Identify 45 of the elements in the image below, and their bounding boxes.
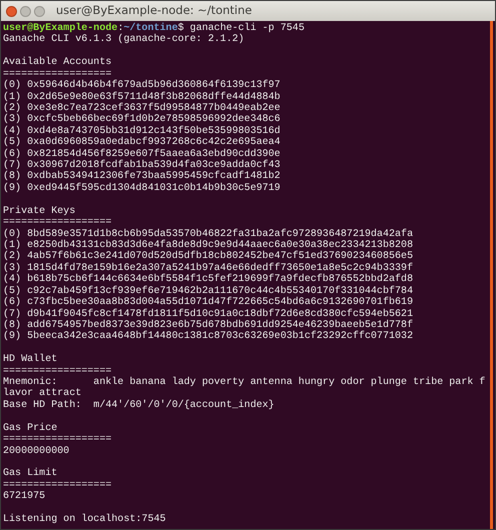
output-line: Mnemonic: ankle banana lady poverty antenna hungry odor plunge tribe park flavor attract (3, 377, 486, 400)
output-line: (0) 0x59646d4b46b4f679ad5b96d360864f6139c13f97 (3, 80, 282, 92)
section-heading: Gas Price (3, 422, 58, 434)
section-heading: HD Wallet (3, 354, 58, 366)
output-line: 20000000000 (3, 446, 70, 457)
prompt-path: ~/tontine (124, 23, 178, 34)
output-line: (0) 8bd589e3571d1b8cb6b95da53570b46822fa31ba2afc9728936487219da42afa (3, 228, 414, 240)
scrollbar-indicator[interactable] (490, 21, 493, 529)
output-line: (3) 1815d4fd78e159b16e2a307a5241b97a46e66dedff73650e1a8e5c2c94b3339f (3, 262, 414, 274)
output-line: (4) 0xd4e8a743705bb31d912c143f50be53599803516d (3, 126, 282, 137)
close-button[interactable] (6, 6, 17, 16)
version-line: Ganache CLI v6.1.3 (ganache-core: 2.1.2) (3, 34, 246, 46)
section-heading: Gas Limit (3, 468, 58, 480)
output-line: (7) 0x30967d2018fcdfab1ba539d4fa03ce9adda0cf43 (3, 160, 282, 172)
output-line: (2) 0xe3e8c7ea723cef3637f5d99584877b0449eab2ee (3, 102, 282, 114)
minimize-button[interactable] (20, 6, 31, 16)
output-line: (6) c73fbc5bee30aa8b83d004a55d1071d47f722665c54bd6a6c9132690701fb619 (3, 297, 414, 308)
output-line: (6) 0x821854d456f8259e607f5aaea6a3ebd90cdd390e (3, 148, 282, 160)
heading-underline: ================== (3, 366, 112, 377)
output-line: (3) 0xcfc5beb66bec69f1d0b2e78598596992dee348c6 (3, 114, 282, 126)
output-line: (9) 0xed9445f595cd1304d841031c0b14b9b30c5e9719 (3, 182, 282, 194)
output-line: (1) e8250db43131cb83d3d6e4fa8de8d9c9e9d44aaec6a0e30a38ec2334213b8208 (3, 240, 414, 251)
heading-underline: ================== (3, 68, 112, 80)
command-text: $ ganache-cli -p 7545 (178, 23, 304, 34)
output-line: 6721975 (3, 491, 46, 503)
output-line: (8) add6754957bed8373e39d823e6b75d678bdb691dd9254e46239baeeb5e1d778f (3, 320, 414, 331)
prompt-user-host: user@ByExample-node (3, 23, 118, 34)
output-line: (7) d9b41f9045fc8cf1478fd1811f5d10c91a0c18dbf72d6e8cd380cfc594eb5621 (3, 308, 414, 320)
output-line: Base HD Path: m/44'/60'/0'/0/{account_index} (3, 400, 276, 412)
output-line: (1) 0x2d65e9e80e63f5711d48f3b82068dffe44d4884b (3, 92, 282, 103)
output-line: (5) c92c7ab459f13cf939ef6e719462b2a111670c44c4b55340170f331044cbf784 (3, 286, 414, 297)
heading-underline: ================== (3, 434, 113, 446)
output-line: (5) 0xa0d6960859a0edabcf9937268c6c42c2e695aea4 (3, 137, 282, 148)
output-line: (8) 0xdbab5349412306fe73baa5995459cfcadf1481b2 (3, 171, 282, 182)
section-heading: Available Accounts (3, 57, 113, 69)
maximize-button[interactable] (34, 6, 45, 16)
section-heading: Private Keys (3, 206, 76, 218)
output-line: (9) 5beeca342e3caa4648bf14480c1381c8703c63269e03b1cf23292cffc0771032 (3, 331, 414, 343)
heading-underline: ================== (3, 480, 113, 491)
prompt-separator: : (118, 23, 124, 34)
output-line: (2) 4ab57f6b61c3e241d070d520d5dfb18cb802452be47cf51ed3769023460856e5 (3, 251, 414, 262)
output-line: (4) b618b75cb6f144c6634e6bf5584f1c5fef219699f7a9fdecfb876552bbd2afd8 (3, 274, 414, 286)
status-line: Listening on localhost:7545 (3, 514, 167, 526)
window-title: user@ByExample-node: ~/tontine (56, 2, 252, 20)
heading-underline: ================== (3, 217, 113, 228)
